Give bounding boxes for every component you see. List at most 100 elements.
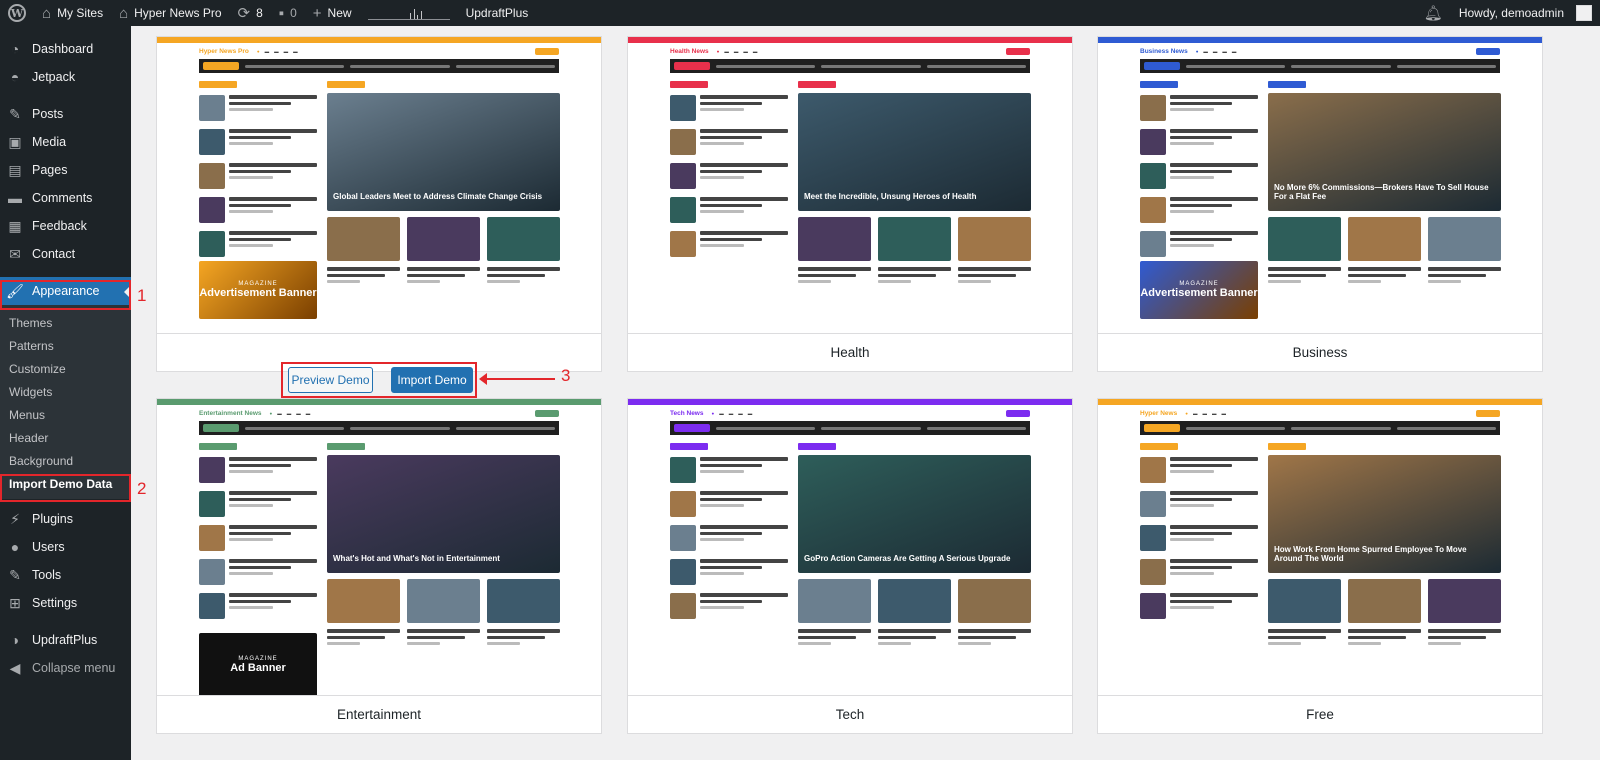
comment-icon: ▪ [278,4,285,22]
featured-headline: No More 6% Commissions—Brokers Have To S… [1274,182,1489,201]
section-label [1140,81,1178,88]
new-content-menu[interactable]: + New [305,0,360,26]
demo-preview-thumbnail[interactable]: Tech News ● ▬ ▬ ▬ ▬ GoPro Action Cameras Are… [628,399,1072,695]
thumbnail-image [958,217,1031,261]
preview-flash-news [1140,421,1500,435]
preview-nav: ● ▬ ▬ ▬ ▬ [716,48,758,54]
menu-tools[interactable]: ✎ Tools [0,561,131,589]
banner-text: Advertisement Banner [1140,287,1258,299]
preview-logo: Hyper News Pro [199,47,249,55]
featured-image: No More 6% Commissions—Brokers Have To S… [1268,93,1501,211]
menu-plugins[interactable]: ⚡︎ Plugins [0,505,131,533]
menu-feedback[interactable]: ▦ Feedback [0,212,131,240]
demo-name: Free [1098,695,1542,733]
notifications-menu[interactable]: 🔔︎ [1416,0,1451,26]
demo-card[interactable]: Health News ● ▬ ▬ ▬ ▬ Meet the Incredible, U… [627,36,1073,372]
submenu-background[interactable]: Background [0,449,131,472]
submenu-menus[interactable]: Menus [0,403,131,426]
menu-users[interactable]: ● Users [0,533,131,561]
demo-card[interactable]: Business News ● ▬ ▬ ▬ ▬ No More 6% Commissio… [1097,36,1543,372]
updates-menu[interactable]: ⟳ 8 [230,0,271,26]
submenu-customize[interactable]: Customize [0,357,131,380]
preview-header: Tech News ● ▬ ▬ ▬ ▬ [628,405,1072,421]
bell-icon: 🔔︎ [1423,4,1443,22]
menu-updraftplus[interactable]: ◑ UpdraftPlus [0,626,131,654]
stats-sparkline[interactable] [360,0,458,26]
home-icon: ⌂ [119,4,129,22]
demo-name: Tech [628,695,1072,733]
thumbnail-text [798,629,871,648]
menu-contact[interactable]: ✉ Contact [0,240,131,268]
step-3-marker: 3 [561,366,571,385]
preview-nav: ● ▬ ▬ ▬ ▬ [256,48,298,54]
preview-body: How Work From Home Spurred Employee To M… [1140,443,1501,693]
user-icon: ● [10,539,20,555]
menu-pages[interactable]: ▤ Pages [0,156,131,184]
submenu-themes[interactable]: Themes [0,311,131,334]
menu-posts[interactable]: ✎ Posts [0,100,131,128]
demo-card[interactable]: Tech News ● ▬ ▬ ▬ ▬ GoPro Action Cameras Are… [627,398,1073,734]
section-label [327,81,365,88]
settings-icon: ⊞ [9,594,21,611]
thumbnail-text [327,629,400,648]
preview-flash-news [199,421,559,435]
thumbnail-image [327,579,400,623]
featured-headline: What's Hot and What's Not in Entertainme… [333,553,500,563]
demo-preview-thumbnail[interactable]: Entertainment News ● ▬ ▬ ▬ ▬ What's Hot and … [157,399,601,695]
envelope-icon: ✉ [9,245,21,262]
preview-flash-news [670,59,1030,73]
comments-menu[interactable]: ▪ 0 [271,0,305,26]
account-menu[interactable]: Howdy, demoadmin [1451,0,1600,26]
thumbnail-image [487,217,560,261]
submenu-widgets[interactable]: Widgets [0,380,131,403]
menu-dashboard[interactable]: ◔ Dashboard [0,35,131,63]
featured-headline: GoPro Action Cameras Are Getting A Serio… [804,553,1011,563]
submenu-import-demo-data[interactable]: Import Demo Data [0,472,131,495]
import-demo-button[interactable]: Import Demo [391,367,473,393]
section-label [1268,81,1306,88]
menu-dashboard-label: Dashboard [32,42,94,56]
menu-settings[interactable]: ⊞ Settings [0,589,131,617]
menu-media[interactable]: ▣ Media [0,128,131,156]
demo-card[interactable]: Hyper News ● ▬ ▬ ▬ ▬ How Work From Home Spur… [1097,398,1543,734]
thumbnail-image [1268,579,1341,623]
submenu-patterns[interactable]: Patterns [0,334,131,357]
demo-preview-thumbnail[interactable]: Health News ● ▬ ▬ ▬ ▬ Meet the Incredible, U… [628,37,1072,333]
demo-card[interactable]: Hyper News Pro ● ▬ ▬ ▬ ▬ Global Leaders Meet… [156,36,602,372]
ad-banner: MAGAZINE Ad Banner [199,633,317,695]
my-sites-menu[interactable]: ⌂ My Sites [34,0,111,26]
sparkline-graph [367,6,450,20]
menu-jetpack[interactable]: ◓ Jetpack [0,63,131,91]
updraftplus-menu[interactable]: UpdraftPlus [458,0,537,26]
updates-icon: ⟳ [237,4,251,22]
appearance-submenu: Themes Patterns Customize Widgets Menus … [0,305,131,499]
thumbnail-image [878,579,951,623]
menu-comments[interactable]: ▬ Comments [0,184,131,212]
wordpress-logo-menu[interactable]: W [0,0,34,26]
article-list [670,457,788,627]
demo-preview-thumbnail[interactable]: Business News ● ▬ ▬ ▬ ▬ No More 6% Commissio… [1098,37,1542,333]
preview-subscribe [535,409,559,417]
menu-appearance[interactable]: 🖌︎ Appearance [0,277,131,305]
thumbnail-image [407,579,480,623]
section-label [1268,443,1306,450]
thumbnail-image [1348,579,1421,623]
featured-image: Meet the Incredible, Unsung Heroes of He… [798,93,1031,211]
demo-card[interactable]: Entertainment News ● ▬ ▬ ▬ ▬ What's Hot and … [156,398,602,734]
featured-image: GoPro Action Cameras Are Getting A Serio… [798,455,1031,573]
preview-subscribe [535,47,559,55]
demo-preview-thumbnail[interactable]: Hyper News Pro ● ▬ ▬ ▬ ▬ Global Leaders Meet… [157,37,601,333]
new-label: New [327,6,352,20]
preview-header: Health News ● ▬ ▬ ▬ ▬ [628,43,1072,59]
featured-headline: How Work From Home Spurred Employee To M… [1274,544,1467,563]
thumbnail-image [1268,217,1341,261]
banner-text: Ad Banner [230,662,286,674]
thumbnail-image [407,217,480,261]
site-name-menu[interactable]: ⌂ Hyper News Pro [111,0,229,26]
preview-demo-button[interactable]: Preview Demo [288,367,373,393]
collapse-menu[interactable]: ◀ Collapse menu [0,654,131,682]
featured-image: What's Hot and What's Not in Entertainme… [327,455,560,573]
demo-preview-thumbnail[interactable]: Hyper News ● ▬ ▬ ▬ ▬ How Work From Home Spur… [1098,399,1542,695]
submenu-header[interactable]: Header [0,426,131,449]
preview-logo: Entertainment News [199,409,262,417]
